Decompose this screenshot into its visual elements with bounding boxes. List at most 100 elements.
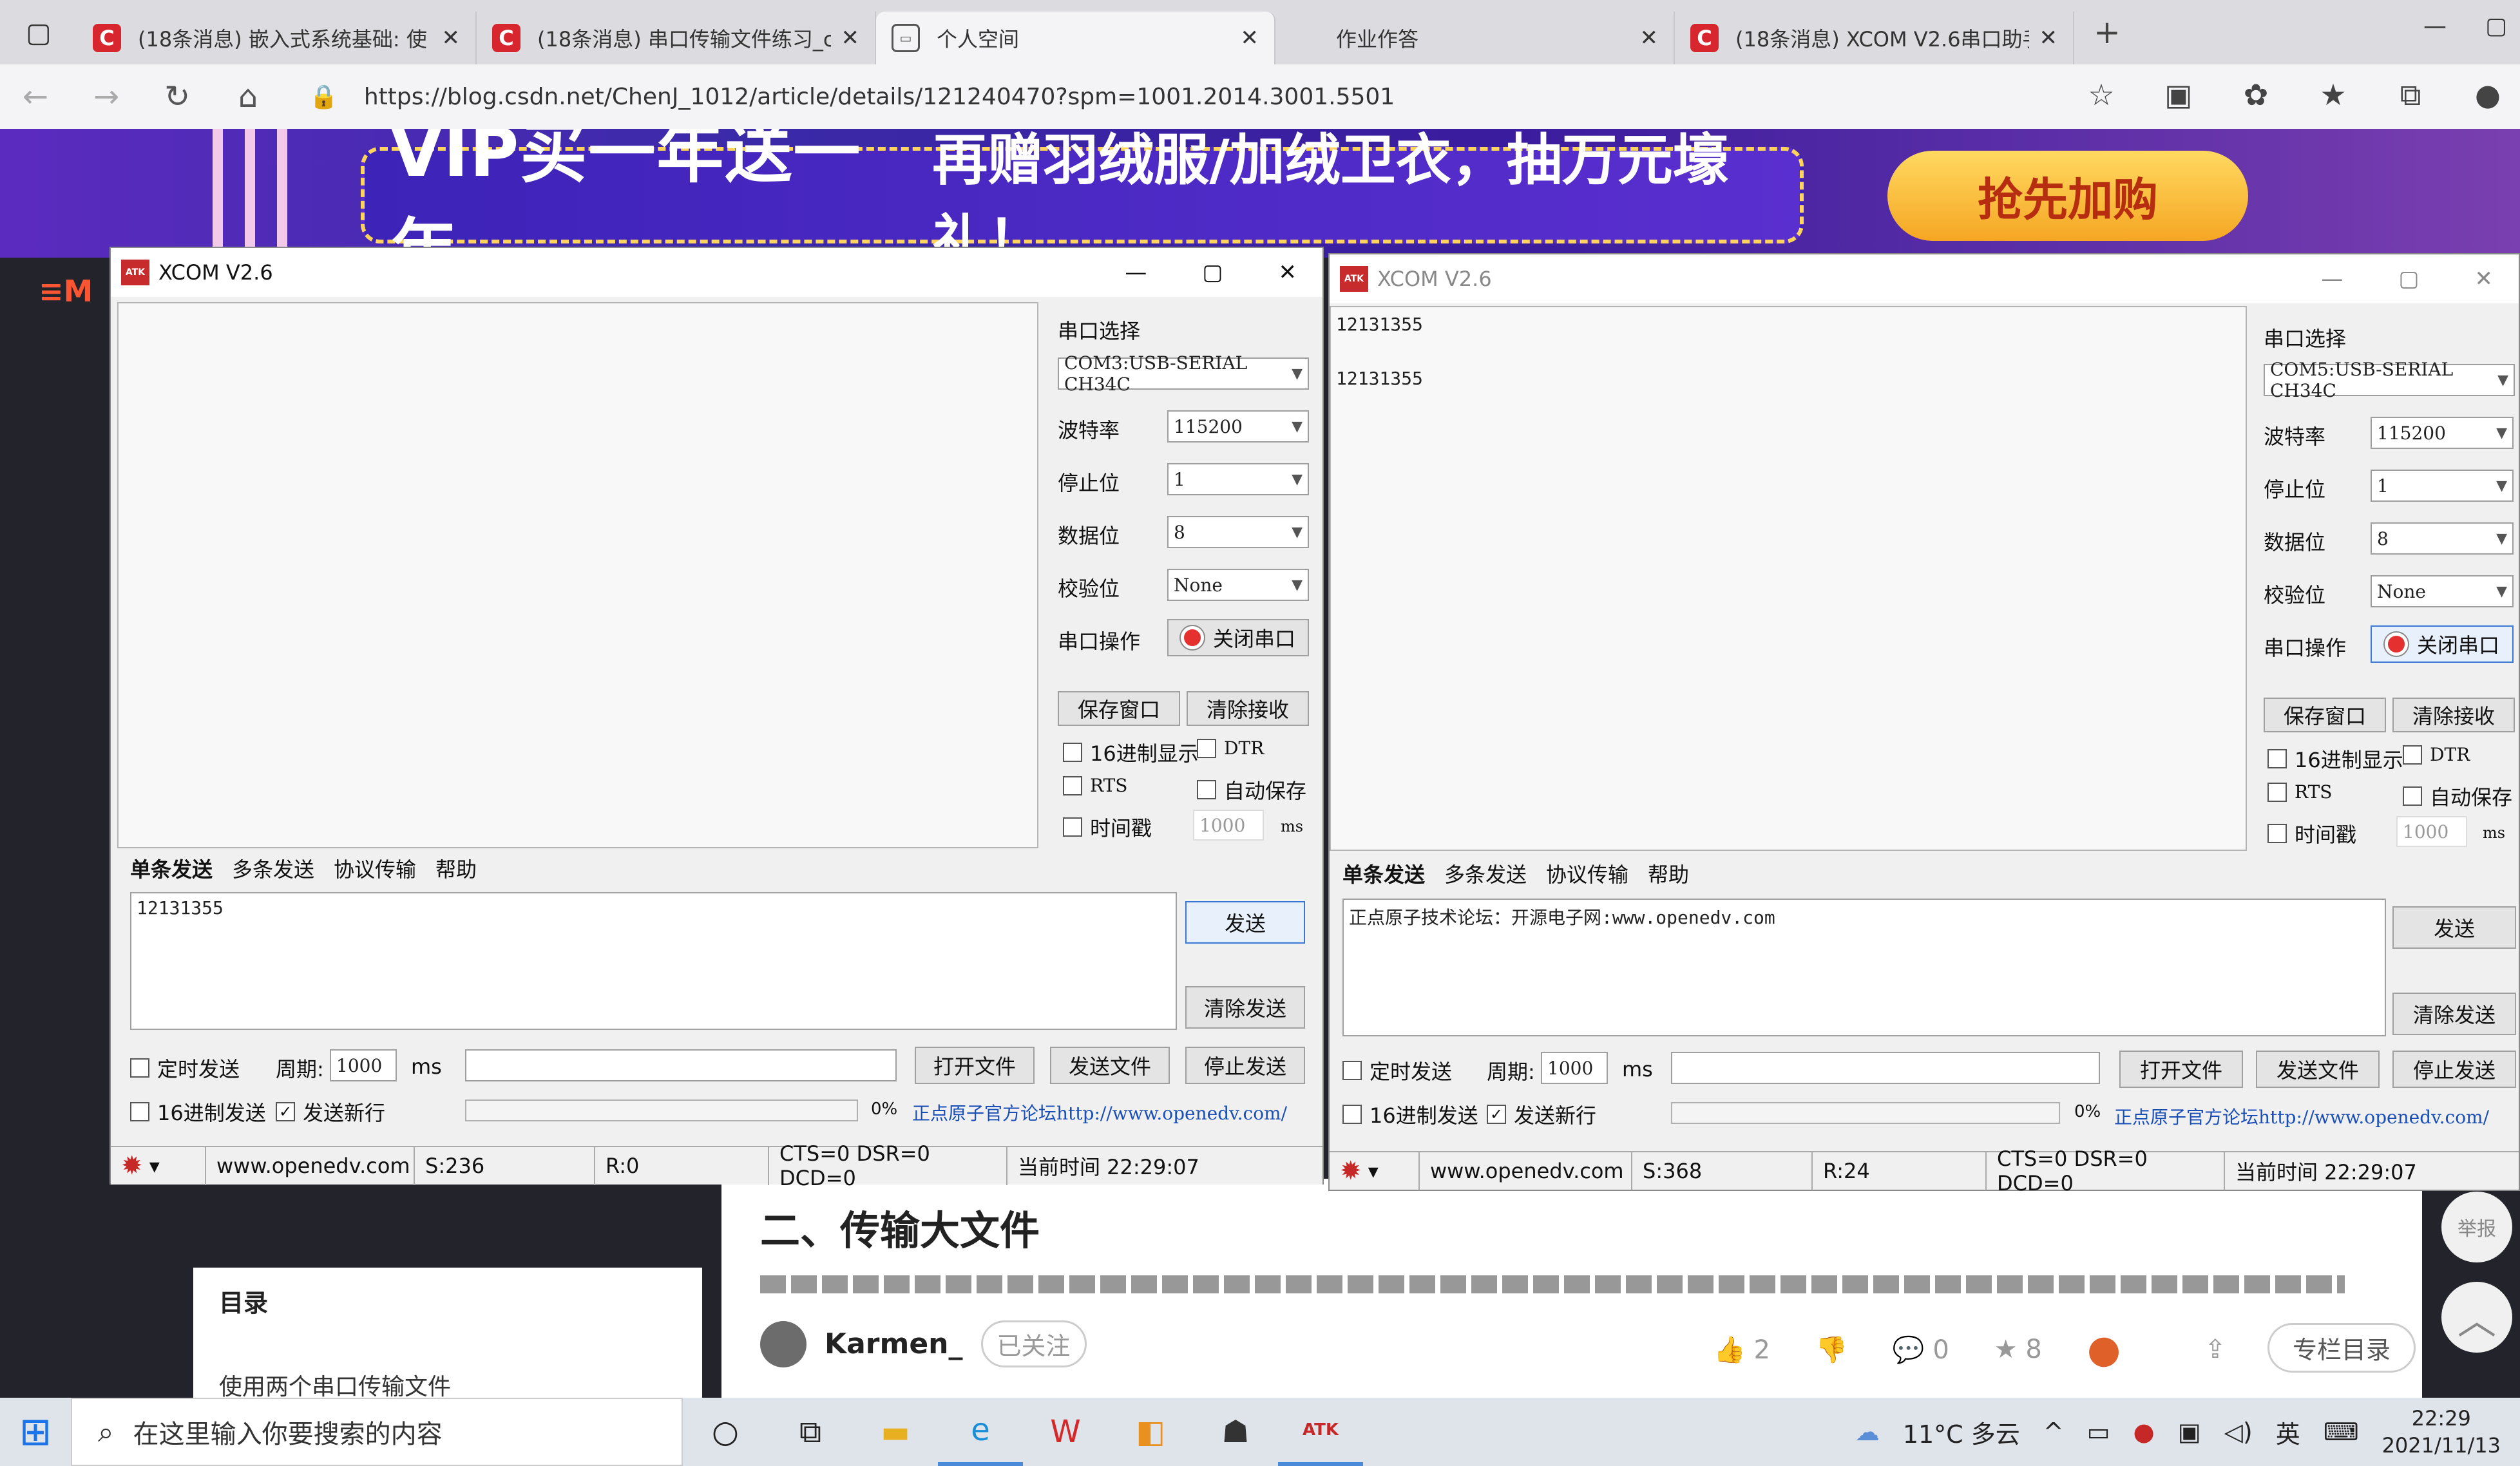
forum-link[interactable]: 正点原子官方论坛http://www.openedv.com/: [912, 1100, 1287, 1125]
follow-button[interactable]: 已关注: [980, 1320, 1087, 1367]
receive-area[interactable]: 12131355 12131355: [1330, 306, 2247, 851]
send-file-button[interactable]: 发送文件: [2256, 1051, 2380, 1088]
send-button[interactable]: 发送: [2392, 906, 2516, 949]
timestamp-interval-input[interactable]: 1000: [1193, 810, 1264, 841]
chevron-up-icon[interactable]: ^: [2043, 1418, 2064, 1446]
close-tab-icon[interactable]: ✕: [1640, 25, 1659, 51]
taskbar-clock[interactable]: 22:29 2021/11/13: [2382, 1405, 2501, 1459]
file-explorer-icon[interactable]: ▬: [853, 1398, 938, 1466]
url-field[interactable]: 🔒 https://blog.csdn.net/ChenJ_1012/articl…: [309, 83, 1395, 111]
tab-protocol[interactable]: 协议传输: [1546, 859, 1628, 888]
timed-send-checkbox[interactable]: 定时发送: [1342, 1056, 1452, 1085]
like-button[interactable]: 👍 2: [1713, 1335, 1770, 1365]
browser-tab[interactable]: C (18条消息) 串口传输文件练习_c ✕: [477, 12, 876, 64]
weather-text[interactable]: 11°C 多云: [1903, 1414, 2020, 1450]
column-toc-button[interactable]: 专栏目录: [2267, 1323, 2416, 1373]
minimize-icon[interactable]: —: [2321, 266, 2343, 292]
data-bits-select[interactable]: 8 ▼: [1167, 516, 1309, 548]
timestamp-checkbox[interactable]: 时间戳: [1063, 812, 1152, 842]
tab-protocol[interactable]: 协议传输: [334, 853, 416, 883]
rts-checkbox[interactable]: RTS: [2267, 781, 2332, 803]
dtr-checkbox[interactable]: DTR: [2403, 744, 2470, 765]
parity-select[interactable]: None ▼: [1167, 569, 1309, 601]
profile-icon[interactable]: ●: [2468, 77, 2507, 113]
hex-display-checkbox[interactable]: 16进制显示: [2267, 744, 2403, 774]
minimize-icon[interactable]: —: [2423, 13, 2447, 39]
port-select[interactable]: COM5:USB-SERIAL CH34C ▼: [2264, 359, 2515, 401]
auto-save-checkbox[interactable]: 自动保存: [1197, 775, 1306, 804]
data-bits-select[interactable]: 8 ▼: [2371, 522, 2514, 555]
clear-receive-button[interactable]: 清除接收: [1187, 691, 1309, 726]
timestamp-checkbox[interactable]: 时间戳: [2267, 819, 2356, 848]
avatar[interactable]: [760, 1320, 807, 1367]
browser-tab[interactable]: C (18条消息) 嵌入式系统基础: 使 ✕: [77, 12, 477, 64]
volume-icon[interactable]: ◁): [2224, 1418, 2253, 1446]
puzzle-icon[interactable]: ✿: [2237, 77, 2275, 113]
maximize-icon[interactable]: ▢: [2485, 13, 2507, 39]
close-tab-icon[interactable]: ✕: [1241, 25, 1259, 51]
baud-select[interactable]: 115200 ▼: [2371, 417, 2514, 449]
stop-bits-select[interactable]: 1 ▼: [1167, 463, 1309, 495]
stop-send-button[interactable]: 停止发送: [2392, 1051, 2516, 1088]
app-tray-icon[interactable]: ●: [2133, 1418, 2155, 1446]
open-file-button[interactable]: 打开文件: [2119, 1051, 2243, 1088]
new-tab-icon[interactable]: +: [2094, 14, 2121, 51]
file-path-input[interactable]: [465, 1049, 897, 1081]
extension-icon[interactable]: ▣: [2159, 77, 2198, 113]
task-view-icon[interactable]: ⧉: [768, 1398, 853, 1466]
tab-single-send[interactable]: 单条发送: [1342, 859, 1425, 888]
stop-send-button[interactable]: 停止发送: [1185, 1047, 1305, 1084]
tab-multi-send[interactable]: 多条发送: [232, 853, 314, 883]
edge-icon[interactable]: e: [938, 1398, 1023, 1466]
windows-start-icon[interactable]: ⊞: [0, 1409, 71, 1454]
favorites-icon[interactable]: ★: [2314, 77, 2353, 113]
clear-send-button[interactable]: 清除发送: [1185, 986, 1305, 1029]
parity-select[interactable]: None ▼: [2371, 575, 2514, 607]
xcom-taskbar-icon[interactable]: ATK: [1278, 1398, 1363, 1466]
close-icon[interactable]: ✕: [2475, 266, 2494, 292]
back-icon[interactable]: ←: [0, 79, 71, 115]
report-button[interactable]: 举报: [2441, 1192, 2512, 1262]
maximize-icon[interactable]: ▢: [2398, 266, 2419, 292]
hex-send-checkbox[interactable]: 16进制发送: [1342, 1100, 1478, 1129]
author-name[interactable]: Karmen_: [825, 1328, 963, 1360]
favorite-add-icon[interactable]: ☆: [2082, 77, 2121, 113]
network-icon[interactable]: ▣: [2178, 1418, 2201, 1446]
maximize-icon[interactable]: ▢: [1202, 260, 1223, 285]
hex-send-checkbox[interactable]: 16进制发送: [130, 1097, 266, 1127]
save-window-button[interactable]: 保存窗口: [2264, 698, 2386, 732]
status-site[interactable]: www.openedv.com: [1420, 1152, 1632, 1190]
forward-icon[interactable]: →: [71, 79, 142, 115]
settings-gear-icon[interactable]: ✹ ▾: [1330, 1152, 1420, 1190]
dtr-checkbox[interactable]: DTR: [1197, 738, 1264, 759]
file-path-input[interactable]: [1671, 1052, 2100, 1084]
reward-icon[interactable]: ●: [2087, 1327, 2121, 1372]
wps-icon[interactable]: W: [1023, 1398, 1108, 1466]
comment-button[interactable]: 💬 0: [1893, 1335, 1949, 1365]
newline-checkbox[interactable]: ✓ 发送新行: [1487, 1100, 1596, 1129]
send-file-button[interactable]: 发送文件: [1050, 1047, 1170, 1084]
refresh-icon[interactable]: ↻: [142, 79, 213, 115]
csdn-logo-icon[interactable]: ≡M: [39, 274, 110, 312]
battery-icon[interactable]: ▭: [2087, 1418, 2110, 1446]
taskbar-search[interactable]: ⌕ 在这里输入你要搜索的内容: [71, 1398, 683, 1466]
clear-receive-button[interactable]: 清除接收: [2392, 698, 2515, 732]
period-input[interactable]: 1000: [330, 1049, 397, 1081]
close-tab-icon[interactable]: ✕: [841, 25, 860, 51]
browser-tab[interactable]: C (18条消息) XCOM V2.6串口助手 ✕: [1675, 12, 2074, 64]
close-tab-icon[interactable]: ✕: [2039, 25, 2058, 51]
timestamp-interval-input[interactable]: 1000: [2396, 816, 2467, 847]
port-select[interactable]: COM3:USB-SERIAL CH34C ▼: [1058, 352, 1309, 395]
settings-gear-icon[interactable]: ✹ ▾: [111, 1147, 206, 1185]
browser-tab[interactable]: ▭ 个人空间 ✕: [876, 12, 1275, 64]
tab-actions-icon[interactable]: ▢: [0, 0, 77, 64]
star-button[interactable]: ★ 8: [1994, 1335, 2042, 1364]
open-file-button[interactable]: 打开文件: [915, 1047, 1035, 1084]
cortana-icon[interactable]: ○: [683, 1398, 768, 1466]
promo-banner[interactable]: VIP买一年送一年 再赠羽绒服/加绒卫衣，抽万元壕礼！ 抢先加购: [0, 129, 2520, 258]
newline-checkbox[interactable]: ✓ 发送新行: [276, 1097, 385, 1127]
status-site[interactable]: www.openedv.com: [206, 1147, 415, 1185]
home-icon[interactable]: ⌂: [213, 79, 283, 115]
timed-send-checkbox[interactable]: 定时发送: [130, 1053, 240, 1083]
forum-link[interactable]: 正点原子官方论坛http://www.openedv.com/: [2114, 1103, 2489, 1129]
